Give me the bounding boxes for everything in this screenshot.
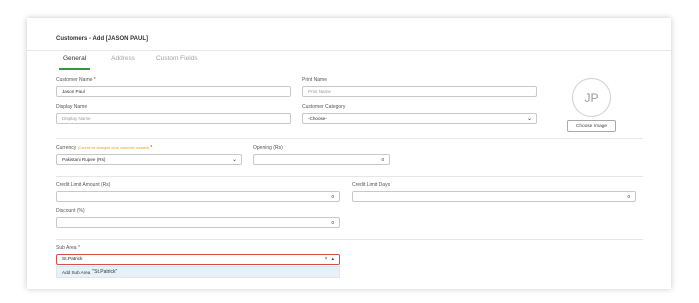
tab-address[interactable]: Address bbox=[111, 55, 135, 70]
sub-area-label: Sub Area * bbox=[56, 245, 80, 251]
avatar: JP bbox=[572, 78, 611, 117]
customer-name-label: Customer Name * bbox=[56, 77, 96, 83]
clear-icon[interactable]: × bbox=[325, 256, 328, 262]
tab-custom-fields[interactable]: Custom Fields bbox=[156, 55, 198, 70]
display-name-input[interactable]: Display Name bbox=[56, 113, 291, 124]
print-name-label: Print Name bbox=[302, 77, 328, 83]
page-title: Customers - Add [JASON PAUL] bbox=[56, 36, 149, 42]
print-name-input[interactable]: Print Name bbox=[302, 86, 537, 97]
customer-category-value: -Choose- bbox=[308, 116, 327, 121]
section-divider bbox=[56, 239, 643, 240]
section-divider bbox=[56, 138, 643, 139]
choose-image-button[interactable]: Choose Image bbox=[567, 120, 616, 132]
currency-note: (Cannot be changed once customer created… bbox=[77, 146, 150, 150]
discount-input[interactable]: 0 bbox=[56, 217, 340, 228]
credit-limit-days-input[interactable]: 0 bbox=[352, 191, 636, 202]
add-sub-area-option[interactable]: Add Sub Area "St.Patrick" bbox=[56, 266, 340, 278]
add-sub-area-value: "St.Patrick" bbox=[92, 269, 118, 275]
discount-label: Discount (%) bbox=[56, 208, 85, 214]
customer-name-input[interactable]: Jason Paul bbox=[56, 86, 291, 97]
display-name-label: Display Name bbox=[56, 104, 88, 110]
title-divider bbox=[27, 50, 671, 51]
customer-category-label: Customer Category bbox=[302, 104, 346, 110]
customer-form-card: Customers - Add [JASON PAUL] General Add… bbox=[27, 18, 671, 289]
tab-bar: General Address Custom Fields bbox=[59, 55, 219, 70]
caret-up-icon[interactable]: ▴ bbox=[331, 256, 334, 262]
section-divider bbox=[56, 176, 643, 177]
customer-category-select[interactable]: -Choose- ⌄ bbox=[302, 113, 537, 124]
currency-select[interactable]: Pakistani Rupee (Rs) ⌄ bbox=[56, 154, 242, 165]
chevron-down-icon: ⌄ bbox=[231, 157, 237, 163]
currency-value: Pakistani Rupee (Rs) bbox=[62, 157, 106, 162]
credit-limit-days-label: Credit Limit Days bbox=[352, 182, 391, 188]
credit-limit-amount-input[interactable]: 0 bbox=[56, 191, 340, 202]
chevron-down-icon: ⌄ bbox=[526, 116, 532, 122]
currency-label: Currency (Cannot be changed once custome… bbox=[56, 145, 153, 151]
sub-area-value: St.Patrick bbox=[62, 257, 83, 262]
opening-label: Opening (Rs) bbox=[253, 145, 283, 151]
credit-limit-amount-label: Credit Limit Amount (Rs) bbox=[56, 182, 111, 188]
sub-area-input[interactable]: St.Patrick × ▴ bbox=[56, 254, 340, 265]
opening-input[interactable]: 0 bbox=[253, 154, 390, 165]
tab-general[interactable]: General bbox=[59, 55, 91, 70]
